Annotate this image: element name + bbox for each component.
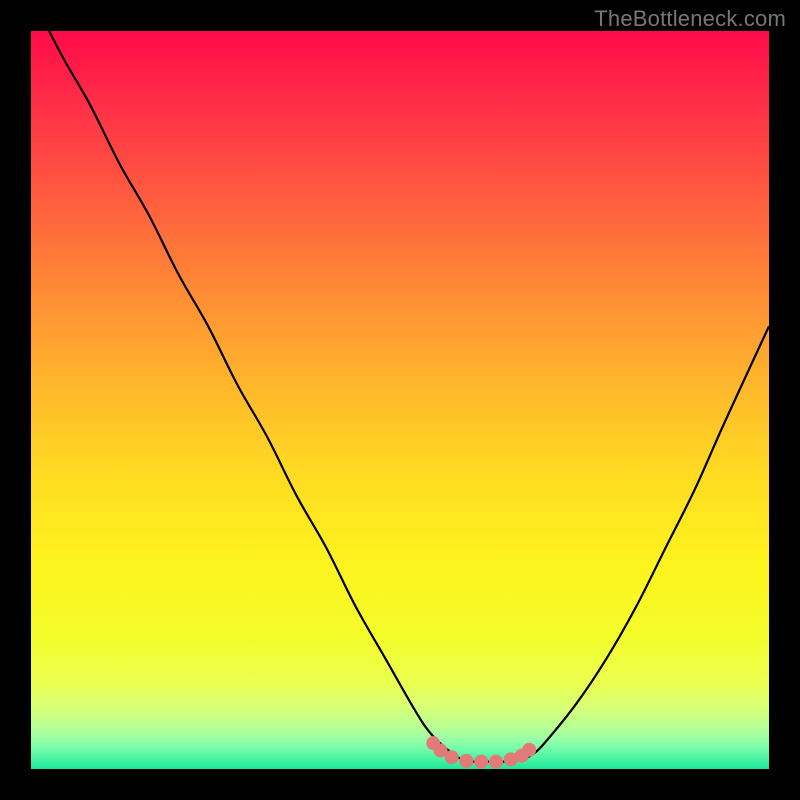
curve-layer (31, 31, 769, 769)
watermark-text: TheBottleneck.com (594, 6, 786, 32)
marker-dot (445, 750, 459, 764)
flat-zone-markers (426, 736, 536, 768)
bottleneck-curve (31, 31, 769, 762)
marker-dot (489, 755, 503, 769)
marker-dot (522, 743, 536, 757)
marker-dot (459, 754, 473, 768)
marker-dot (474, 755, 488, 769)
plot-area (31, 31, 769, 769)
chart-frame: TheBottleneck.com (0, 0, 800, 800)
